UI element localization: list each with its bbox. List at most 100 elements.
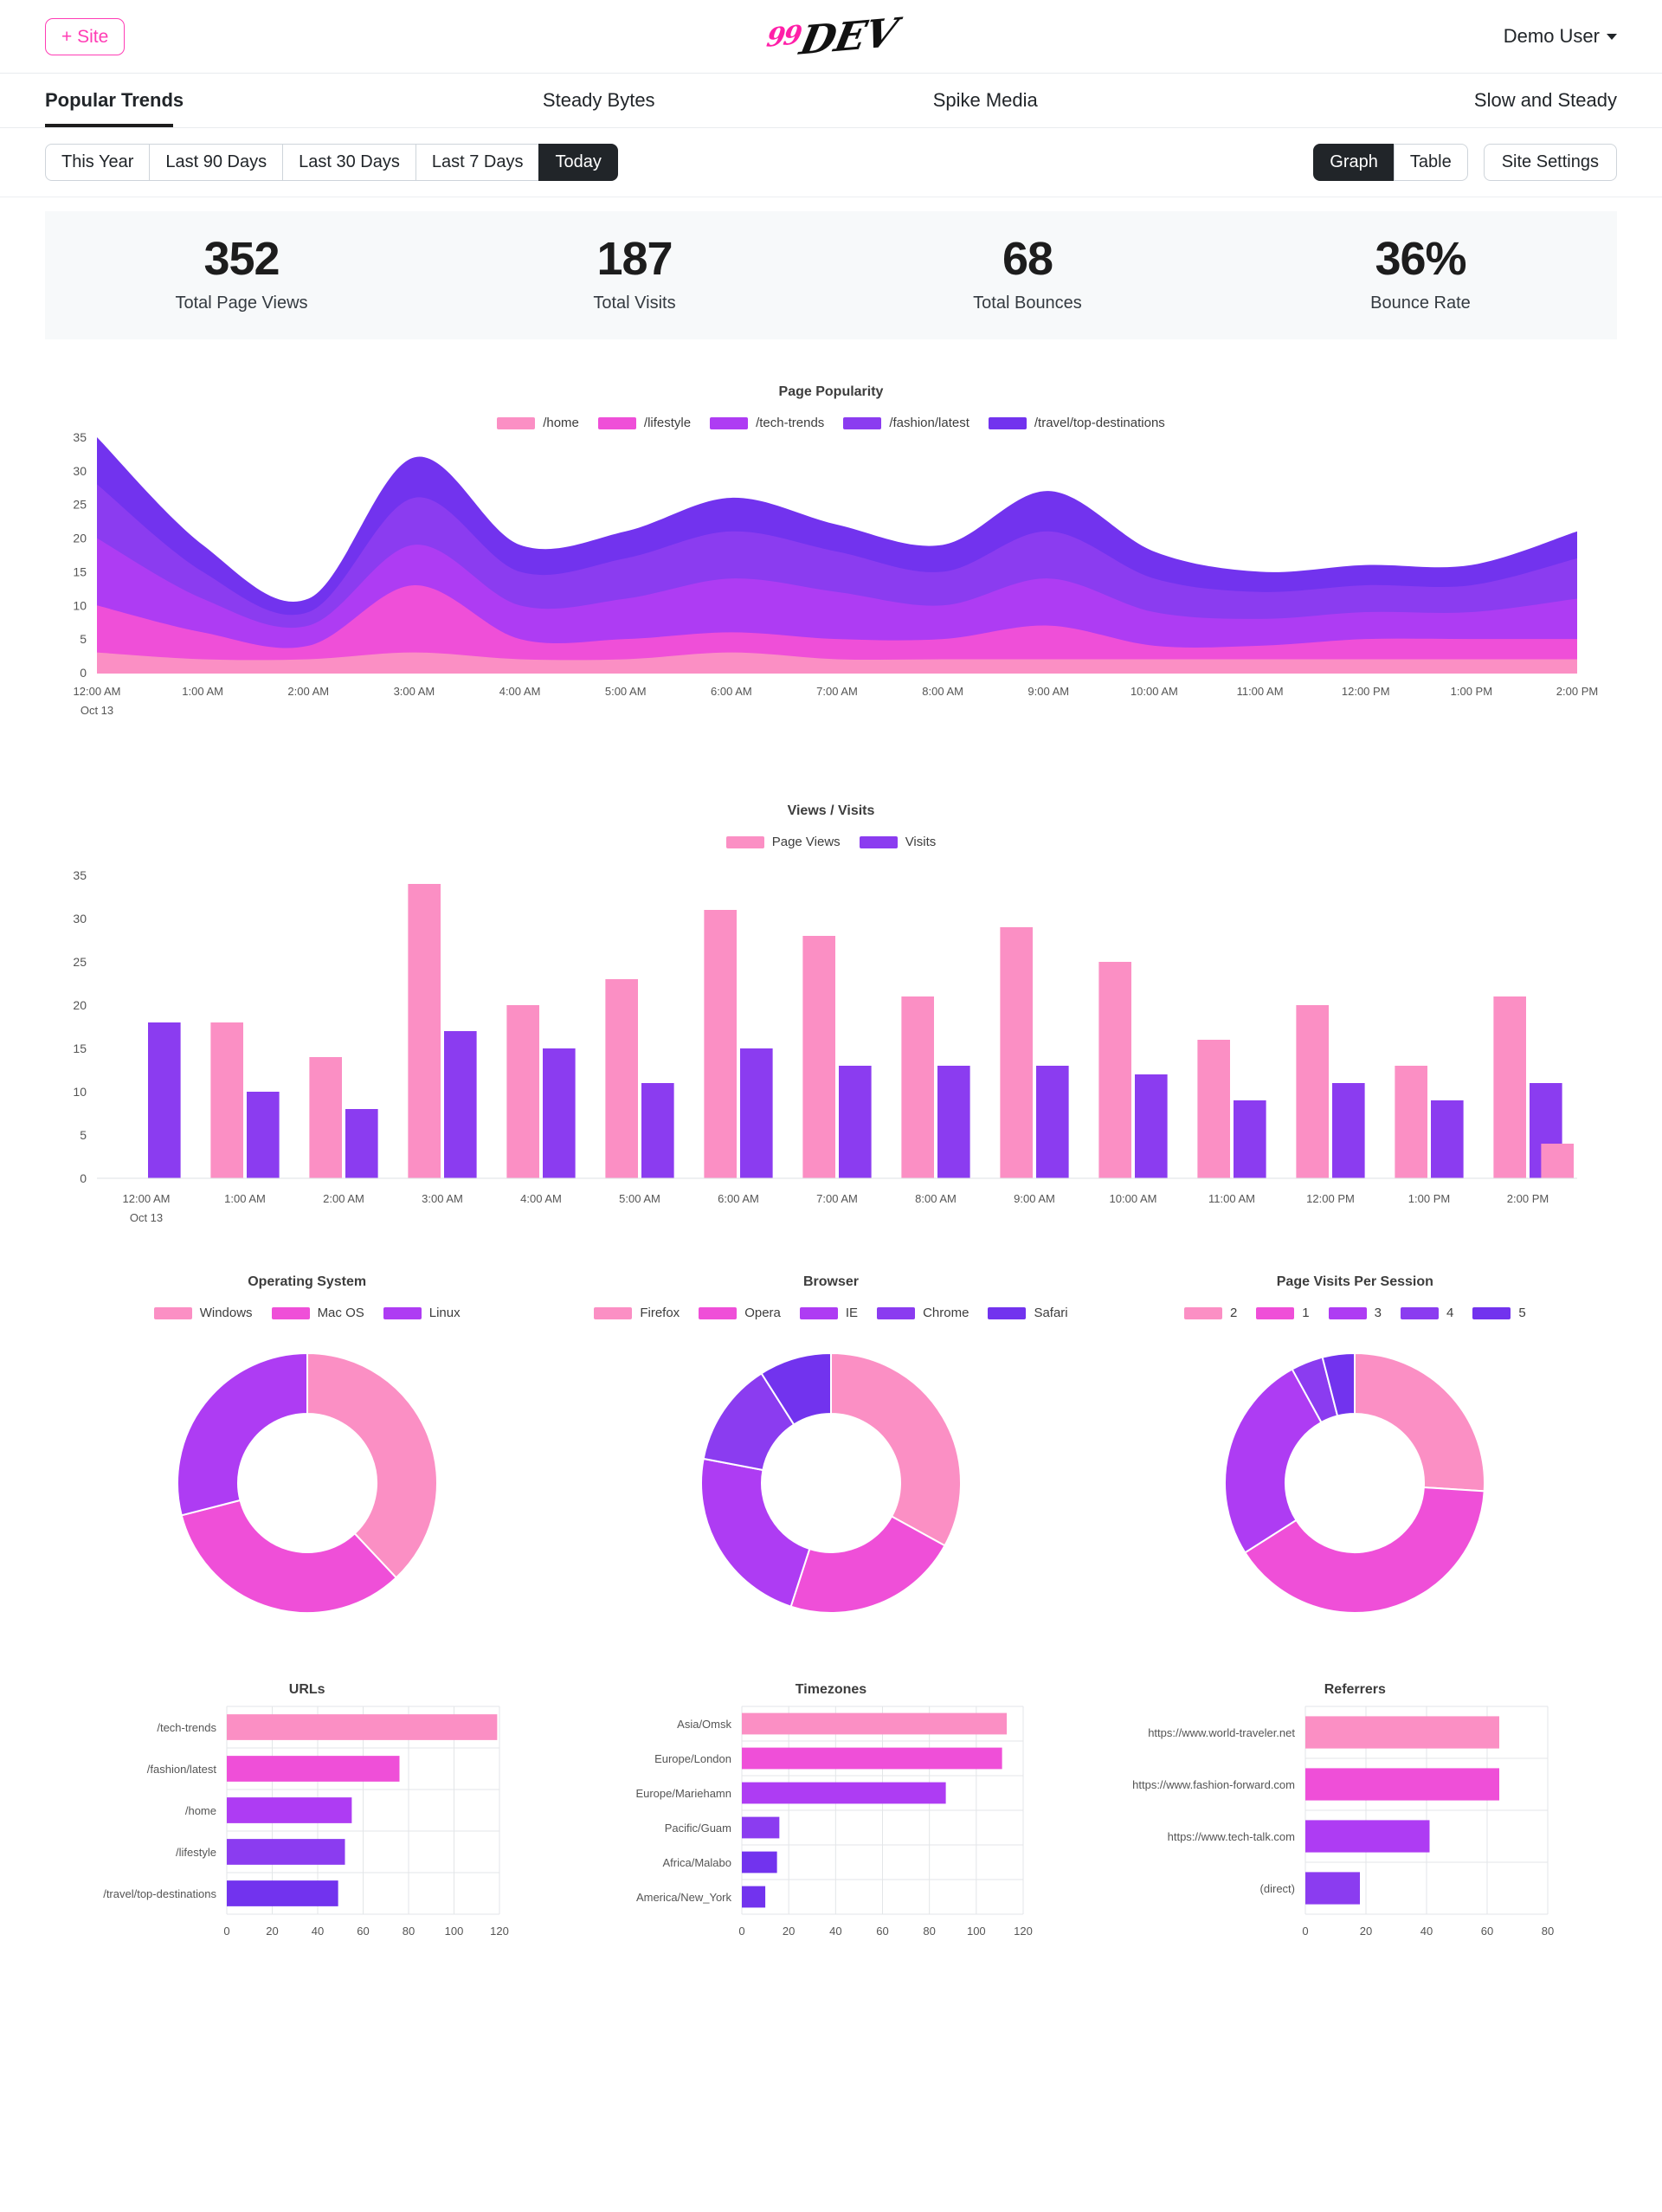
legend-item[interactable]: /travel/top-destinations (988, 416, 1165, 430)
svg-text:America/New_York: America/New_York (636, 1891, 732, 1904)
kpi-label: Bounce Rate (1370, 293, 1471, 313)
legend-item[interactable]: Opera (699, 1306, 781, 1320)
kpi-value: 187 (596, 233, 673, 285)
urls-chart: 0 20 40 60 80 100 120/tech-trends/fashion/late… (103, 1706, 509, 1938)
legend-label: 4 (1446, 1306, 1454, 1321)
bar-visits (740, 1048, 773, 1179)
legend-item[interactable]: Linux (383, 1306, 461, 1320)
legend-label: Firefox (640, 1306, 680, 1321)
svg-text:/tech-trends: /tech-trends (157, 1721, 216, 1734)
views-visits-legend: Page Views Visits (45, 835, 1617, 849)
svg-text:4:00 AM: 4:00 AM (520, 1192, 562, 1205)
legend-item[interactable]: /home (497, 416, 579, 430)
legend-item[interactable]: /tech-trends (710, 416, 824, 430)
svg-text:2:00 PM: 2:00 PM (1556, 685, 1598, 698)
bar-page-views (1197, 1040, 1230, 1179)
legend-item[interactable]: IE (799, 1306, 858, 1320)
tab-label: Popular Trends (45, 89, 184, 111)
legend-item[interactable]: 2 (1183, 1306, 1237, 1320)
legend-item[interactable]: Safari (988, 1306, 1068, 1320)
browser-card: Browser Firefox Opera IE Chrome Safari (569, 1266, 1092, 1639)
tab-slow-and-steady[interactable]: Slow and Steady (1196, 74, 1617, 127)
bar-visits (1431, 1100, 1464, 1179)
kpi-label: Total Page Views (175, 293, 308, 313)
range-last-7-days[interactable]: Last 7 Days (415, 144, 540, 181)
svg-text:80: 80 (1541, 1925, 1553, 1938)
bar-visits (937, 1066, 970, 1179)
legend-item[interactable]: 4 (1400, 1306, 1454, 1321)
operating-system-card: Operating System Windows Mac OS Linux (45, 1266, 569, 1639)
range-last-30-days[interactable]: Last 30 Days (282, 144, 416, 181)
tab-label: Steady Bytes (542, 89, 655, 111)
legend-label: Chrome (923, 1306, 970, 1321)
svg-text:Oct 13: Oct 13 (130, 1211, 163, 1224)
timezones-chart: 0 20 40 60 80 100 120 Asia/Omsk Europe/London Eur… (636, 1706, 1033, 1938)
donut-slice (180, 1499, 397, 1615)
svg-text:20: 20 (73, 998, 87, 1012)
svg-text:1:00 PM: 1:00 PM (1451, 685, 1492, 698)
svg-text:12:00 AM: 12:00 AM (123, 1192, 171, 1205)
svg-text:100: 100 (445, 1925, 464, 1938)
legend-item[interactable]: Firefox (594, 1306, 680, 1320)
legend-swatch (1400, 1306, 1439, 1319)
range-this-year[interactable]: This Year (45, 144, 151, 181)
legend-item[interactable]: 5 (1472, 1306, 1526, 1320)
legend-item[interactable]: /lifestyle (597, 416, 692, 431)
legend-swatch (725, 835, 764, 848)
chart-title: Page Popularity (778, 384, 884, 400)
chart-title: Operating System (248, 1274, 367, 1290)
legend-swatch (1256, 1306, 1295, 1319)
browser-legend: Firefox Opera IE Chrome Safari (569, 1306, 1092, 1320)
svg-text:10: 10 (73, 599, 87, 613)
svg-text:https://www.world-traveler.net: https://www.world-traveler.net (1148, 1726, 1295, 1739)
legend-item[interactable]: 1 (1256, 1306, 1310, 1321)
legend-label: 1 (1302, 1306, 1310, 1321)
svg-text:12:00 PM: 12:00 PM (1342, 685, 1390, 698)
view-table-button[interactable]: Table (1393, 144, 1468, 181)
user-menu[interactable]: Demo User (1504, 25, 1617, 48)
svg-text:30: 30 (73, 912, 87, 925)
range-today[interactable]: Today (538, 144, 618, 181)
tab-steady-bytes[interactable]: Steady Bytes (389, 74, 810, 127)
legend-item[interactable]: Visits (859, 835, 936, 849)
legend-item[interactable]: Chrome (877, 1306, 969, 1320)
svg-text:11:00 AM: 11:00 AM (1208, 1192, 1255, 1205)
legend-swatch (988, 416, 1027, 429)
legend-item[interactable]: /fashion/latest (843, 416, 970, 430)
svg-text:5:00 AM: 5:00 AM (605, 685, 647, 698)
svg-text:https://www.fashion-forward.co: https://www.fashion-forward.com (1132, 1778, 1295, 1791)
hbar (1304, 1820, 1430, 1853)
chart-title: Browser (802, 1274, 859, 1290)
legend-item[interactable]: Windows (153, 1306, 253, 1320)
legend-swatch (271, 1306, 310, 1319)
hbar (742, 1782, 946, 1804)
chart-title: Page Visits Per Session (1276, 1274, 1433, 1290)
hbar (1304, 1716, 1499, 1749)
site-settings-button[interactable]: Site Settings (1483, 144, 1617, 181)
bar-visits (1135, 1074, 1168, 1179)
page-visits-legend: 2 1 3 4 5 (1093, 1306, 1617, 1320)
svg-text:40: 40 (312, 1925, 324, 1938)
legend-swatch (988, 1306, 1027, 1319)
svg-text:120: 120 (490, 1925, 509, 1938)
legend-swatch (383, 1306, 422, 1319)
svg-text:25: 25 (73, 498, 87, 512)
svg-text:(direct): (direct) (1259, 1882, 1294, 1895)
legend-item[interactable]: Mac OS (271, 1306, 364, 1320)
svg-text:Africa/Malabo: Africa/Malabo (663, 1856, 731, 1869)
legend-item[interactable]: 3 (1328, 1306, 1382, 1320)
legend-item[interactable]: Page Views (725, 835, 841, 849)
svg-text:12:00 PM: 12:00 PM (1306, 1192, 1355, 1205)
legend-label: /lifestyle (643, 416, 692, 431)
svg-text:5:00 AM: 5:00 AM (619, 1192, 660, 1205)
range-last-90-days[interactable]: Last 90 Days (149, 144, 284, 181)
svg-text:40: 40 (829, 1925, 841, 1938)
bar-page-views (309, 1057, 342, 1179)
svg-text:Europe/London: Europe/London (654, 1752, 731, 1765)
hbar (227, 1839, 345, 1866)
svg-text:12:00 AM: 12:00 AM (74, 685, 121, 698)
hbar (227, 1797, 352, 1824)
view-graph-button[interactable]: Graph (1313, 144, 1395, 181)
tab-spike-media[interactable]: Spike Media (775, 74, 1196, 127)
add-site-button[interactable]: + Site (45, 17, 126, 55)
